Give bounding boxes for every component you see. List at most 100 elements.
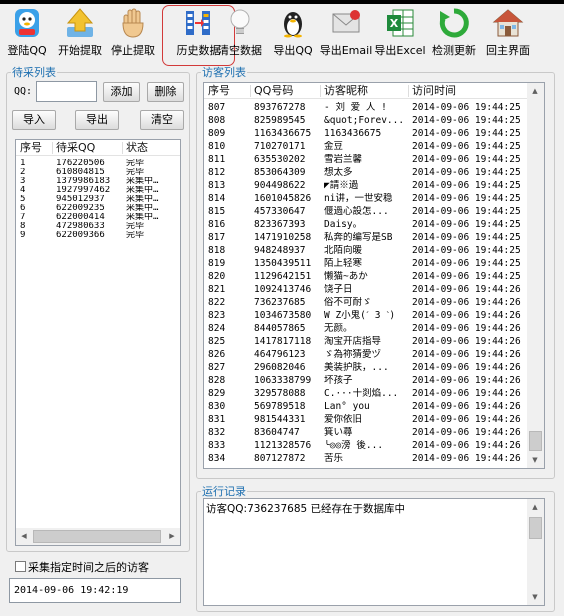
- visitor-cell: 2014-09-06 19:44:25: [412, 271, 521, 282]
- visitor-row[interactable]: 828 1063338799 坏孩子 2014-09-06 19:44:26: [204, 375, 528, 387]
- run-log-area[interactable]: 访客QQ:736237685 已经存在于数据库中 ▲ ▼: [203, 498, 545, 606]
- pending-cell: 完毕: [126, 159, 145, 168]
- visitor-row[interactable]: 810 710270171 金豆 2014-09-06 19:44:25: [204, 141, 528, 153]
- import-button[interactable]: 导入: [12, 110, 56, 130]
- visitor-row[interactable]: 824 844057865 无颜。 2014-09-06 19:44:26: [204, 323, 528, 335]
- visitor-cell: 1350439511: [254, 258, 312, 269]
- pending-table[interactable]: 序号 待采QQ 状态 1 176220506 完毕 2 610804815 完毕 3 1379…: [15, 139, 181, 546]
- visitor-row[interactable]: 830 569789518 Lan° you 2014-09-06 19:44:26: [204, 401, 528, 413]
- visitor-row[interactable]: 832 83604747 箕い蕁 2014-09-06 19:44:26: [204, 427, 528, 439]
- scroll-down-icon[interactable]: ▼: [527, 452, 543, 468]
- log-vscrollbar[interactable]: ▲ ▼: [527, 499, 544, 605]
- visitor-row[interactable]: 817 1471910258 私奔的编写是SB 2014-09-06 19:44:25: [204, 232, 528, 244]
- scroll-left-icon[interactable]: ◀: [16, 528, 32, 544]
- visitor-cell: 710270171: [254, 141, 306, 152]
- visitor-cell: 464796123: [254, 349, 306, 360]
- visitor-cell: 1163436675: [254, 128, 312, 139]
- visitor-row[interactable]: 814 1601045826 ni讲，一世安稳 2014-09-06 19:44:25: [204, 193, 528, 205]
- col-header[interactable]: 状态: [126, 140, 148, 156]
- visitor-row[interactable]: 818 948248937 北陌向暖 2014-09-06 19:44:25: [204, 245, 528, 257]
- visitor-row[interactable]: 815 457330647 偃過心設怎... 2014-09-06 19:44:25: [204, 206, 528, 218]
- visitor-row[interactable]: 808 825989545 &quot;Forev... 2014-09-06 19:…: [204, 115, 528, 127]
- pending-cell: 采集中…: [126, 204, 159, 213]
- visitor-row[interactable]: 820 1129642151 懒猫~あか 2014-09-06 19:44:25: [204, 271, 528, 283]
- scroll-right-icon[interactable]: ▶: [164, 528, 180, 544]
- visitor-row[interactable]: 821 1092413746 饶子日 2014-09-06 19:44:26: [204, 284, 528, 296]
- visitor-cell: 893767278: [254, 102, 306, 113]
- visitor-cell: ni讲，一世安稳: [324, 193, 393, 204]
- visitor-row[interactable]: 831 981544331 爱你依旧 2014-09-06 19:44:26: [204, 414, 528, 426]
- export-email-button[interactable]: 导出Email: [318, 4, 374, 62]
- pending-row[interactable]: 8 472980633 完毕: [16, 222, 180, 231]
- col-header[interactable]: 访问时间: [412, 83, 456, 99]
- visitor-row[interactable]: 822 736237685 俗不可耐ゞ 2014-09-06 19:44:26: [204, 297, 528, 309]
- visitor-row[interactable]: 826 464796123 ゞ為祢猜愛ヅ 2014-09-06 19:44:26: [204, 349, 528, 361]
- pending-hscrollbar[interactable]: ◀ ▶: [16, 528, 180, 545]
- pending-rows: 1 176220506 完毕 2 610804815 完毕 3 1379986183 采集中… 4…: [16, 157, 180, 241]
- export-button[interactable]: 导出: [75, 110, 119, 130]
- visitor-cell: 1034673580: [254, 310, 312, 321]
- pending-row[interactable]: 2 610804815 完毕: [16, 168, 180, 177]
- visitor-vscroll-thumb[interactable]: [529, 431, 542, 451]
- pending-hscroll-thumb[interactable]: [33, 530, 161, 543]
- email-icon: [330, 7, 362, 39]
- visitor-row[interactable]: 816 823367393 Daisy。 2014-09-06 19:44:25: [204, 219, 528, 231]
- visitor-vscrollbar[interactable]: ▲ ▼: [527, 83, 544, 468]
- col-header[interactable]: 序号: [20, 140, 42, 156]
- visitor-cell: 2014-09-06 19:44:26: [412, 440, 521, 451]
- col-header[interactable]: 待采QQ: [56, 140, 95, 156]
- visitor-row[interactable]: 827 296082046 美装护肤，... 2014-09-06 19:44:26: [204, 362, 528, 374]
- since-time-field[interactable]: 2014-09-06 19:42:19: [9, 578, 181, 603]
- visitor-row[interactable]: 812 853064309 想太多 2014-09-06 19:44:25: [204, 167, 528, 179]
- col-header[interactable]: 序号: [208, 83, 230, 99]
- pending-list-legend: 待采列表: [12, 66, 56, 79]
- visitor-row[interactable]: 825 1417817118 淘宝开店指导 2014-09-06 19:44:26: [204, 336, 528, 348]
- pending-row[interactable]: 6 622009235 采集中…: [16, 204, 180, 213]
- visitor-cell: 832: [208, 427, 226, 438]
- visitor-row[interactable]: 833 1121328576 ╰◎◎滂 後... 2014-09-06 19:44:2…: [204, 440, 528, 452]
- home-icon: [492, 7, 524, 39]
- clear-button[interactable]: 清空: [140, 110, 184, 130]
- scroll-up-icon[interactable]: ▲: [527, 499, 543, 515]
- visitor-row[interactable]: 829 329578088 C.···十剡焰... 2014-09-06 19:44:…: [204, 388, 528, 400]
- visitor-cell: 329578088: [254, 388, 306, 399]
- login-qq-button[interactable]: 登陆QQ: [2, 4, 52, 62]
- col-header[interactable]: 访客昵称: [324, 83, 368, 99]
- pending-row[interactable]: 9 622009366 完毕: [16, 231, 180, 240]
- visitor-row[interactable]: 811 635530202 雪岩兰馨 2014-09-06 19:44:25: [204, 154, 528, 166]
- col-header[interactable]: QQ号码: [254, 83, 293, 99]
- scroll-up-icon[interactable]: ▲: [527, 83, 543, 99]
- pending-cell: 采集中…: [126, 186, 159, 195]
- clear-data-button[interactable]: 清空数据: [214, 4, 266, 62]
- visitor-row[interactable]: 813 904498622 ◤請※過 2014-09-06 19:44:25: [204, 180, 528, 192]
- add-button[interactable]: 添加: [103, 82, 140, 102]
- pending-row[interactable]: 7 622000414 采集中…: [16, 213, 180, 222]
- pending-row[interactable]: 3 1379986183 采集中…: [16, 177, 180, 186]
- export-qq-button[interactable]: 导出QQ: [270, 4, 316, 62]
- scroll-down-icon[interactable]: ▼: [527, 589, 543, 605]
- delete-button[interactable]: 删除: [147, 82, 184, 102]
- since-checkbox[interactable]: [15, 561, 26, 572]
- visitor-cell: 824: [208, 323, 226, 334]
- visitor-table[interactable]: 序号 QQ号码 访客昵称 访问时间 807 893767278 - 刘 爱 人 ! 2…: [203, 82, 545, 469]
- visitor-cell: 853064309: [254, 167, 306, 178]
- pending-row[interactable]: 1 176220506 完毕: [16, 159, 180, 168]
- svg-text:X: X: [390, 17, 399, 30]
- export-excel-button[interactable]: X 导出Excel: [374, 4, 426, 62]
- stop-extract-button[interactable]: 停止提取: [108, 4, 158, 62]
- visitor-row[interactable]: 834 807127872 苦乐 2014-09-06 19:44:26: [204, 453, 528, 465]
- visitor-row[interactable]: 807 893767278 - 刘 爱 人 ! 2014-09-06 19:44:25: [204, 102, 528, 114]
- visitor-row[interactable]: 819 1350439511 陌上轻寒 2014-09-06 19:44:25: [204, 258, 528, 270]
- qq-input[interactable]: [36, 81, 97, 102]
- visitor-cell: 2014-09-06 19:44:25: [412, 167, 521, 178]
- pending-row[interactable]: 5 945012937 采集中…: [16, 195, 180, 204]
- start-extract-button[interactable]: 开始提取: [55, 4, 105, 62]
- pending-row[interactable]: 4 1927997462 采集中…: [16, 186, 180, 195]
- log-vscroll-thumb[interactable]: [529, 517, 542, 539]
- visitor-row[interactable]: 823 1034673580 W Z小鬼(ˊ 3 ˋ) 2014-09-06 19:4…: [204, 310, 528, 322]
- check-update-button[interactable]: 检测更新: [428, 4, 480, 62]
- visitor-cell: - 刘 爱 人 !: [324, 102, 387, 113]
- visitor-row[interactable]: 809 1163436675 1163436675 2014-09-06 19:44:…: [204, 128, 528, 140]
- main-interface-button[interactable]: 回主界面: [482, 4, 534, 62]
- since-label: 采集指定时间之后的访客: [28, 561, 149, 574]
